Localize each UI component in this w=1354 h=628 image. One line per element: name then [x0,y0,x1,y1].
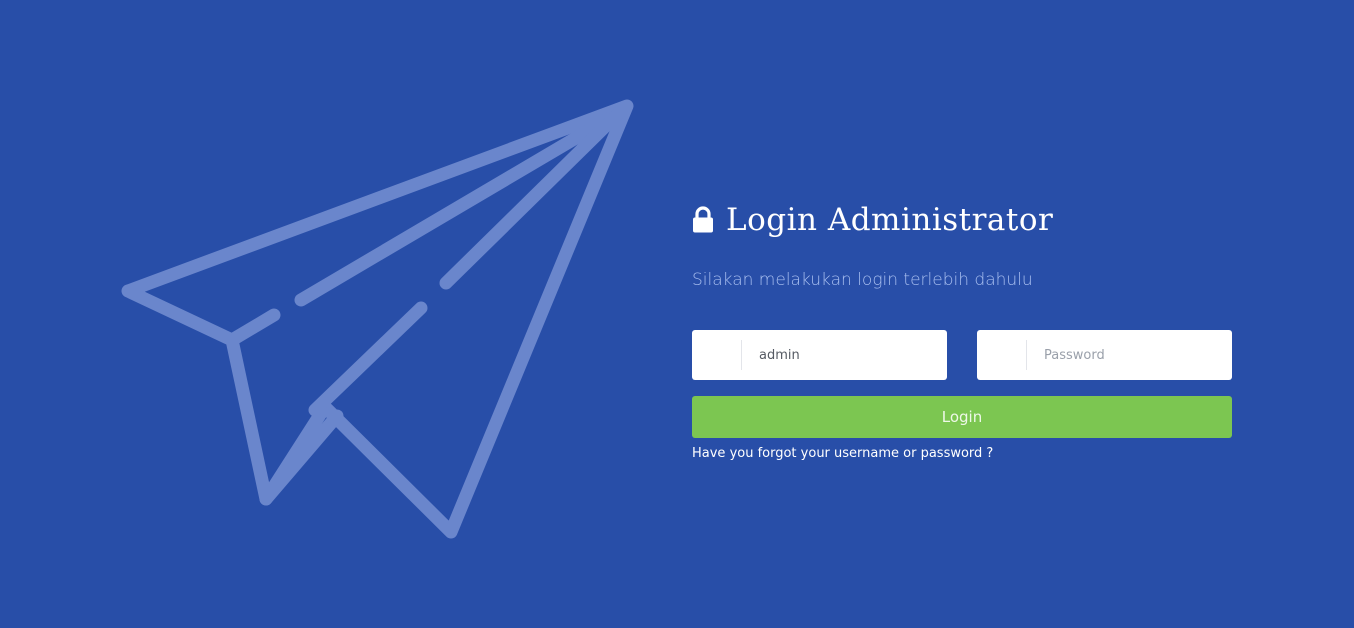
title-row: Login Administrator [692,200,1232,240]
credentials-row [692,330,1232,380]
page-title: Login Administrator [726,202,1054,238]
username-input[interactable] [742,331,947,379]
paper-plane-illustration [121,99,634,539]
username-field-group [692,330,947,380]
user-icon [692,340,742,370]
password-field-group [977,330,1232,380]
login-panel: Login Administrator Silakan melakukan lo… [692,200,1232,462]
key-icon [977,340,1027,370]
page-subtitle: Silakan melakukan login terlebih dahulu [692,270,1033,290]
password-input[interactable] [1027,331,1232,379]
forgot-password-link[interactable]: Have you forgot your username or passwor… [692,446,993,461]
login-button[interactable]: Login [692,396,1232,438]
lock-icon [693,206,713,233]
